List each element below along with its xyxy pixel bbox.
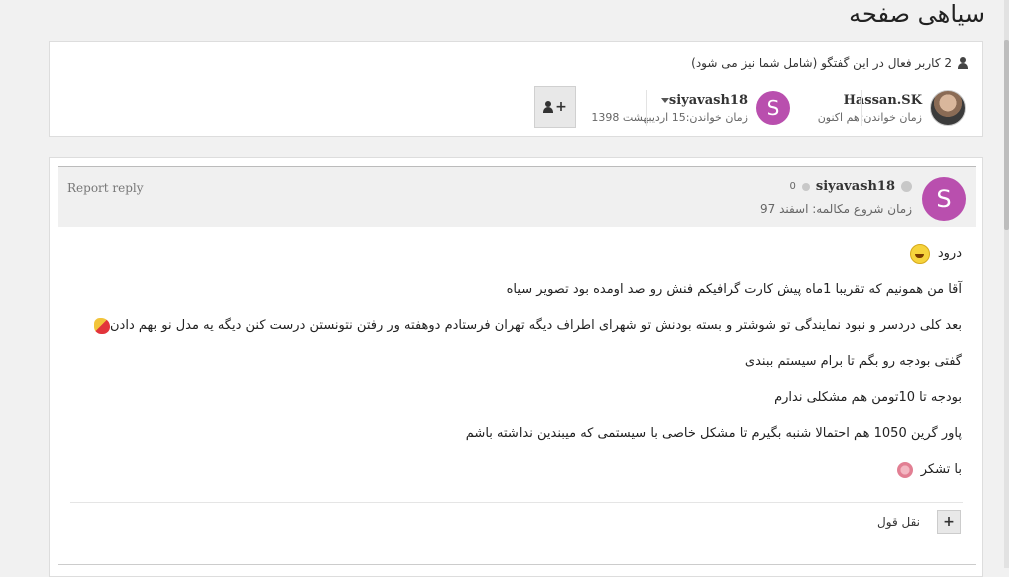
post-line: با تشکر — [72, 456, 962, 492]
plus-icon: + — [555, 99, 567, 115]
active-users-text: 2 کاربر فعال در این گفتگو (شامل شما نیز … — [691, 56, 952, 70]
page-title: سیاهی صفحه — [849, 0, 985, 28]
reader-time: زمان خواندن:هم اکنون — [817, 110, 922, 124]
post-author: siyavash18 0 — [790, 179, 912, 194]
post-text: با تشکر — [920, 462, 962, 477]
post-line: بودجه تا 10تومن هم مشکلی ندارم — [774, 390, 962, 405]
post-line: پاور گرین 1050 هم احتمالا شنبه بگیرم تا … — [465, 426, 962, 441]
post-line: گفتی بودجه رو بگم تا برام سیستم ببندی — [744, 354, 962, 369]
quote-button[interactable]: + — [937, 510, 961, 534]
post-header: S siyavash18 0 زمان شروع مکالمه: اسفند 9… — [58, 166, 976, 227]
reputation-dot-icon — [801, 182, 810, 191]
divider — [861, 90, 862, 126]
author-name[interactable]: siyavash18 — [816, 179, 895, 194]
avatar[interactable] — [930, 90, 966, 126]
reader-name[interactable]: Hassan.SK — [818, 93, 922, 108]
smile-emoji-icon — [909, 243, 930, 264]
reader-name-dropdown[interactable]: siyavash18 — [591, 93, 748, 108]
post-line: درود — [72, 240, 962, 276]
divider — [58, 564, 976, 565]
scrollbar-thumb[interactable] — [1004, 40, 1009, 230]
post-card: S siyavash18 0 زمان شروع مکالمه: اسفند 9… — [49, 157, 983, 577]
divider — [70, 502, 963, 503]
caret-down-icon[interactable] — [660, 97, 669, 103]
post-text: بعد کلی دردسر و نبود نمایندگی تو شوشتر و… — [110, 318, 962, 333]
avatar[interactable]: S — [756, 91, 790, 125]
divider — [646, 90, 647, 126]
post-count: 0 — [789, 181, 796, 192]
conversation-start-date: زمان شروع مکالمه: اسفند 97 — [759, 202, 912, 216]
post-body: درود آقا من همونیم که تقریبا 1ماه پیش کا… — [72, 240, 962, 492]
reader-hassan[interactable]: Hassan.SK زمان خواندن:هم اکنون — [818, 88, 966, 128]
online-status-icon — [901, 181, 912, 192]
active-users-card: 2 کاربر فعال در این گفتگو (شامل شما نیز … — [49, 41, 983, 137]
user-icon — [543, 101, 554, 113]
avatar[interactable]: S — [922, 177, 966, 221]
reader-time: زمان خواندن:15 اردیبهشت 1398 — [591, 110, 748, 124]
post-line: بعد کلی دردسر و نبود نمایندگی تو شوشتر و… — [72, 312, 962, 348]
post-text: درود — [937, 246, 962, 261]
reader-name[interactable]: siyavash18 — [669, 93, 748, 108]
reader-siyavash[interactable]: S siyavash18 زمان خواندن:15 اردیبهشت 139… — [591, 88, 790, 128]
user-icon — [958, 57, 968, 69]
dancer-emoji-icon — [94, 317, 110, 334]
flower-emoji-icon — [896, 461, 913, 478]
report-reply-link[interactable]: Report reply — [67, 181, 144, 195]
active-users-summary: 2 کاربر فعال در این گفتگو (شامل شما نیز … — [691, 56, 968, 70]
add-user-button[interactable]: + — [534, 86, 576, 128]
quote-label[interactable]: نقل قول — [877, 515, 920, 529]
post-line: آقا من همونیم که تقریبا 1ماه پیش کارت گر… — [506, 282, 962, 297]
scrollbar-track[interactable] — [1004, 0, 1009, 568]
